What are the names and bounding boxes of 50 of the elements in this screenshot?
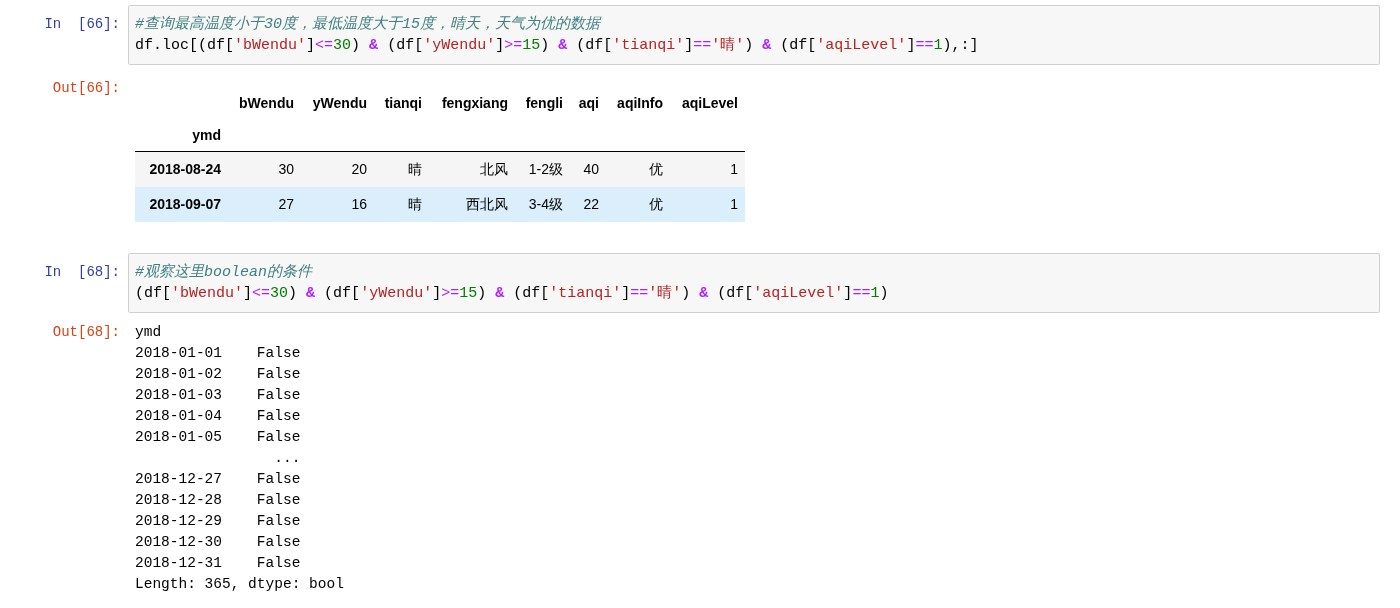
- code-input[interactable]: #观察这里boolean的条件 (df['bWendu']<=30) & (df['yWendu']>=15) & (df['tianqi']=='晴') & (df['aqiLevel']==1): [128, 253, 1380, 313]
- output-line: 2018-01-03 False: [135, 386, 301, 405]
- table-cell-text: 晴: [408, 195, 422, 214]
- code-line: df.loc[(df['bWendu']<=30) & (df['yWendu']>=15) & (df['tianqi']=='晴') & (df['aqiLevel']==1),:]: [135, 35, 979, 56]
- code-comment: #查询最高温度小于30度，最低温度大于15度，晴天，天气为优的数据: [135, 14, 600, 35]
- column-header: aqiInfo: [617, 94, 663, 113]
- output-line: ymd: [135, 323, 162, 342]
- table-cell-text: 1: [730, 160, 738, 179]
- output-line: 2018-12-31 False: [135, 554, 301, 573]
- table-cell-text: 40: [583, 160, 599, 179]
- table-cell-text: 30: [278, 160, 294, 179]
- cell-prompt: Out[68]:: [52, 323, 120, 342]
- output-line: 2018-01-02 False: [135, 365, 301, 384]
- column-header: yWendu: [312, 94, 367, 113]
- code-comment: #观察这里boolean的条件: [135, 262, 312, 283]
- code-line: (df['bWendu']<=30) & (df['yWendu']>=15) & (df['tianqi']=='晴') & (df['aqiLevel']==1): [135, 283, 889, 304]
- column-header: aqi: [578, 94, 599, 113]
- column-header: fengxiang: [441, 94, 508, 113]
- output-line: 2018-12-28 False: [135, 491, 301, 510]
- output-line: 2018-01-05 False: [135, 428, 301, 447]
- output-line: 2018-01-04 False: [135, 407, 301, 426]
- table-cell-text: 优: [649, 195, 663, 214]
- cell-prompt: In [68]:: [44, 263, 120, 282]
- table-cell-text: 22: [583, 195, 599, 214]
- column-header: tianqi: [384, 94, 422, 113]
- column-header: bWendu: [239, 94, 294, 113]
- output-line: 2018-12-29 False: [135, 512, 301, 531]
- table-cell-text: 优: [649, 160, 663, 179]
- row-index: 2018-08-24: [149, 160, 221, 179]
- output-line: ...: [273, 449, 301, 468]
- table-cell-text: 北风: [480, 160, 508, 179]
- column-header: aqiLevel: [681, 94, 738, 113]
- row-index: 2018-09-07: [149, 195, 221, 214]
- output-line: 2018-12-30 False: [135, 533, 301, 552]
- table-cell-text: 16: [351, 195, 367, 214]
- cell-prompt: Out[66]:: [52, 79, 120, 98]
- code-input[interactable]: #查询最高温度小于30度，最低温度大于15度，晴天，天气为优的数据 df.loc[(df['bWendu']<=30) & (df['yWendu']>=15) & (df['tianqi']=='晴') & (df['aqiLevel']==1),:]: [128, 5, 1380, 65]
- output-line: 2018-01-01 False: [135, 344, 301, 363]
- table-cell-text: 3-4级: [528, 195, 563, 214]
- table-cell-text: 晴: [408, 160, 422, 179]
- output-line: 2018-12-27 False: [135, 470, 301, 489]
- output-line: Length: 365, dtype: bool: [135, 575, 344, 594]
- table-cell-text: 1: [730, 195, 738, 214]
- cell-prompt: In [66]:: [44, 15, 120, 34]
- table-cell-text: 1-2级: [528, 160, 563, 179]
- table-cell-text: 20: [351, 160, 367, 179]
- index-name: ymd: [192, 126, 221, 145]
- table-cell-text: 西北风: [466, 195, 508, 214]
- table-cell-text: 27: [278, 195, 294, 214]
- column-header: fengli: [525, 94, 563, 113]
